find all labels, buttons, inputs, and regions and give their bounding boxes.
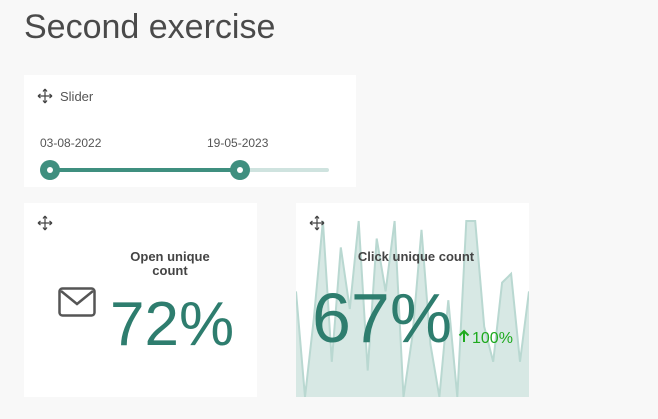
slider-title: Slider bbox=[60, 89, 94, 104]
click-delta: 100% bbox=[458, 329, 513, 348]
slider-widget: Slider 03-08-2022 19-05-2023 bbox=[24, 75, 356, 187]
slider-end-handle[interactable] bbox=[229, 160, 250, 180]
open-unique-count-label: Open unique count bbox=[130, 249, 210, 278]
envelope-icon bbox=[58, 287, 96, 322]
slider-start-handle[interactable] bbox=[40, 160, 60, 180]
open-unique-count-widget: Open unique count 72% bbox=[24, 203, 257, 397]
click-unique-count-widget: Click unique count 67% 100% bbox=[296, 203, 529, 397]
slider-range-fill bbox=[50, 168, 240, 172]
click-unique-count-label: Click unique count bbox=[357, 249, 475, 264]
click-unique-count-value: 67% bbox=[312, 279, 453, 357]
page-title: Second exercise bbox=[24, 8, 276, 46]
click-delta-value: 100% bbox=[472, 330, 513, 347]
move-icon[interactable] bbox=[37, 215, 53, 231]
slider-end-label: 19-05-2023 bbox=[207, 136, 269, 150]
arrow-up-icon bbox=[458, 329, 470, 348]
move-icon[interactable] bbox=[37, 88, 53, 104]
open-unique-count-value: 72% bbox=[110, 290, 235, 359]
move-icon[interactable] bbox=[309, 215, 325, 231]
slider-start-label: 03-08-2022 bbox=[40, 136, 102, 150]
